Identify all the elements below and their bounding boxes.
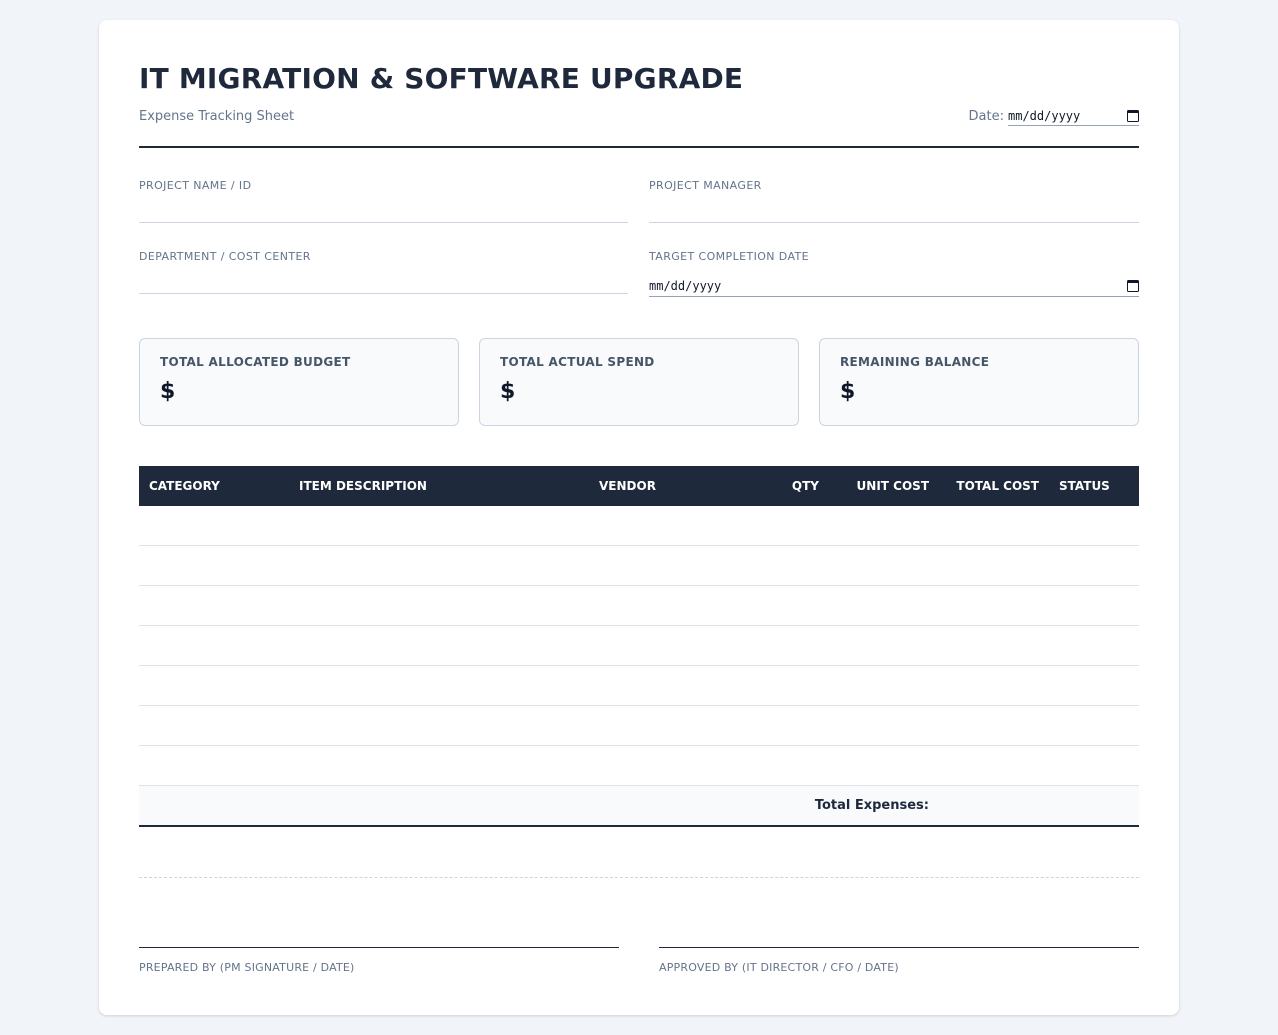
department-label: DEPARTMENT / COST CENTER — [139, 250, 311, 263]
project-info-grid: PROJECT NAME / ID PROJECT MANAGER DEPART… — [139, 148, 1139, 338]
column-header-vendor: VENDOR — [599, 479, 656, 493]
project-manager-field: PROJECT MANAGER — [649, 179, 1139, 223]
summary-value[interactable]: $ — [840, 379, 1118, 404]
expense-table: CATEGORY ITEM DESCRIPTION VENDOR QTY UNI… — [139, 466, 1139, 827]
prepared-by-label: PREPARED BY (PM SIGNATURE / DATE) — [139, 961, 355, 974]
table-footer: Total Expenses: — [139, 786, 1139, 827]
project-name-input[interactable] — [139, 222, 628, 223]
table-header: CATEGORY ITEM DESCRIPTION VENDOR QTY UNI… — [139, 466, 1139, 506]
department-field: DEPARTMENT / COST CENTER — [139, 250, 628, 294]
date-placeholder: mm/dd/yyyy — [1008, 108, 1081, 123]
table-row[interactable] — [139, 746, 1139, 786]
department-input[interactable] — [139, 293, 628, 294]
budget-summary: TOTAL ALLOCATED BUDGET $ TOTAL ACTUAL SP… — [139, 338, 1139, 426]
section-divider — [139, 877, 1139, 878]
project-manager-input[interactable] — [649, 222, 1139, 223]
prepared-by-signature: PREPARED BY (PM SIGNATURE / DATE) — [139, 947, 619, 974]
approved-by-label: APPROVED BY (IT DIRECTOR / CFO / DATE) — [659, 961, 899, 974]
table-row[interactable] — [139, 546, 1139, 586]
approved-by-signature: APPROVED BY (IT DIRECTOR / CFO / DATE) — [659, 947, 1139, 974]
approved-by-line[interactable] — [659, 947, 1139, 948]
target-date-placeholder: mm/dd/yyyy — [649, 278, 722, 293]
table-row[interactable] — [139, 586, 1139, 626]
total-expenses-label: Total Expenses: — [814, 798, 929, 813]
table-row[interactable] — [139, 666, 1139, 706]
sheet-header: IT MIGRATION & SOFTWARE UPGRADE Expense … — [139, 20, 1139, 148]
date-input[interactable]: mm/dd/yyyy — [1008, 106, 1139, 126]
table-row[interactable] — [139, 506, 1139, 546]
summary-value[interactable]: $ — [160, 379, 438, 404]
target-date-label: TARGET COMPLETION DATE — [649, 250, 810, 263]
page-title: IT MIGRATION & SOFTWARE UPGRADE — [139, 62, 744, 95]
summary-label: TOTAL ACTUAL SPEND — [500, 355, 655, 369]
project-manager-label: PROJECT MANAGER — [649, 179, 762, 192]
header-date: Date: mm/dd/yyyy — [969, 106, 1139, 126]
total-actual-spend-box: TOTAL ACTUAL SPEND $ — [479, 338, 799, 426]
remaining-balance-box: REMAINING BALANCE $ — [819, 338, 1139, 426]
summary-label: REMAINING BALANCE — [840, 355, 990, 369]
table-row[interactable] — [139, 706, 1139, 746]
expense-sheet-card: IT MIGRATION & SOFTWARE UPGRADE Expense … — [99, 20, 1179, 1015]
prepared-by-line[interactable] — [139, 947, 619, 948]
column-header-unit-cost: UNIT COST — [856, 479, 929, 493]
calendar-icon[interactable] — [1127, 279, 1139, 292]
column-header-qty: QTY — [791, 479, 819, 493]
project-name-field: PROJECT NAME / ID — [139, 179, 628, 223]
target-date-input[interactable]: mm/dd/yyyy — [649, 275, 1139, 297]
summary-value[interactable]: $ — [500, 379, 778, 404]
calendar-icon[interactable] — [1127, 109, 1139, 122]
column-header-total-cost: TOTAL COST — [956, 479, 1039, 493]
target-date-field: TARGET COMPLETION DATE mm/dd/yyyy — [649, 250, 1139, 297]
page-subtitle: Expense Tracking Sheet — [139, 109, 295, 124]
table-row[interactable] — [139, 626, 1139, 666]
column-header-category: CATEGORY — [149, 479, 220, 493]
column-header-item-description: ITEM DESCRIPTION — [299, 479, 427, 493]
project-name-label: PROJECT NAME / ID — [139, 179, 252, 192]
summary-label: TOTAL ALLOCATED BUDGET — [160, 355, 351, 369]
column-header-status: STATUS — [1059, 479, 1110, 493]
total-allocated-budget-box: TOTAL ALLOCATED BUDGET $ — [139, 338, 459, 426]
date-label: Date: — [968, 108, 1004, 124]
